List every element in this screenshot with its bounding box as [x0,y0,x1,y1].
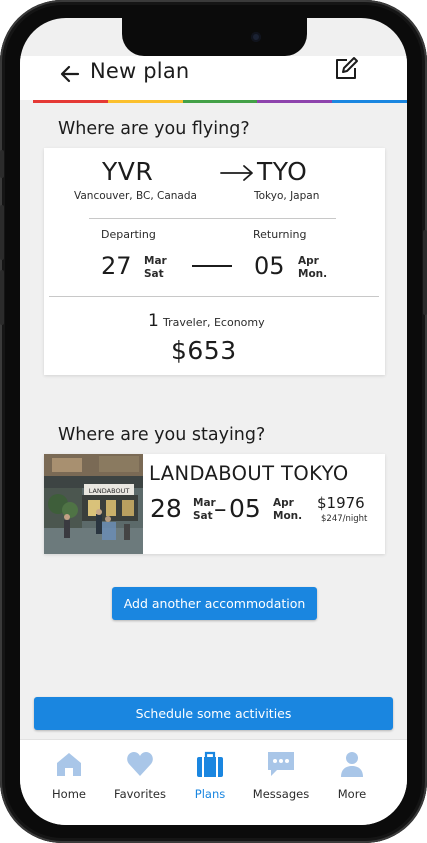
tab-plans-label: Plans [194,787,226,801]
check-out-month: Apr [273,497,294,509]
tab-plans[interactable]: Plans [175,740,245,810]
check-in-day: 28 [150,494,182,523]
bottom-tab-bar: Home Favorites Plans Messages More [20,739,407,825]
suitcase-icon [197,751,223,777]
tab-home[interactable]: Home [34,740,104,810]
check-out-weekday: Mon. [273,510,303,522]
rainbow-segment-purple [257,100,333,103]
departing-label: Departing [101,228,156,241]
date-range-dash [192,265,232,267]
tab-more-label: More [337,787,367,801]
returning-day: 05 [254,252,285,280]
phone-frame: New plan Where are you flying? YVR Vanco… [0,0,427,843]
flight-divider-bottom [49,296,379,297]
stay-per-night-price: $247/night [321,514,368,524]
departing-weekday: Sat [144,268,164,280]
edit-icon[interactable] [333,56,359,82]
add-accommodation-button[interactable]: Add another accommodation [112,587,317,620]
flight-section-title: Where are you flying? [58,119,250,139]
hotel-card[interactable]: LANDABOUT LANDABOUT TOKYO 28 Mar Sat – 0… [44,454,385,554]
check-in-weekday: Sat [193,510,213,522]
check-in-month-weekday: Mar Sat [193,497,216,523]
returning-month: Apr [298,255,319,267]
tab-messages-label: Messages [252,787,310,801]
check-out-day: 05 [229,494,261,523]
front-camera [251,32,261,42]
app-header: New plan [20,56,407,100]
flight-divider-top [89,218,336,219]
departing-month: Mar [144,255,167,267]
rainbow-divider [33,100,407,103]
tab-more[interactable]: More [317,740,387,810]
volume-down-button [0,270,4,325]
hotel-name: LANDABOUT TOKYO [149,462,349,485]
tab-messages[interactable]: Messages [246,740,316,810]
rainbow-segment-green [182,100,258,103]
returning-month-weekday: Apr Mon. [298,255,327,281]
tab-favorites-label: Favorites [114,787,166,801]
volume-up-button [0,205,4,260]
origin-city: Vancouver, BC, Canada [74,190,197,202]
hotel-photo: LANDABOUT [44,454,143,554]
destination-city: Tokyo, Japan [254,190,320,202]
home-icon [57,753,81,776]
camera-notch [122,18,307,56]
destination-code: TYO [257,157,308,186]
arrow-left-icon[interactable] [58,62,82,86]
departing-day: 27 [101,252,132,280]
mute-switch [0,150,4,178]
hotel-sign-text: LANDABOUT [89,487,130,495]
rainbow-segment-yellow [107,100,183,103]
screen: New plan Where are you flying? YVR Vanco… [20,18,407,825]
flight-card[interactable]: YVR Vancouver, BC, Canada TYO Tokyo, Jap… [44,148,385,375]
rainbow-segment-red [33,100,108,103]
tab-favorites[interactable]: Favorites [105,740,175,810]
arrow-right-icon [220,165,253,181]
returning-label: Returning [253,228,307,241]
check-out-month-weekday: Apr Mon. [273,497,302,523]
returning-weekday: Mon. [298,268,328,280]
rainbow-segment-blue [332,100,407,103]
flight-price: $653 [171,336,237,365]
stay-range-separator: – [214,494,227,523]
departing-month-weekday: Mar Sat [144,255,167,281]
traveler-count: 1 [148,311,159,331]
power-button [423,230,427,315]
tab-home-label: Home [52,787,86,801]
traveler-description: Traveler, Economy [163,316,265,329]
page-title: New plan [90,59,190,83]
heart-icon [127,752,153,776]
stay-total-price: $1976 [317,494,365,512]
stay-section-title: Where are you staying? [58,425,266,445]
schedule-activities-button[interactable]: Schedule some activities [34,697,393,730]
check-in-month: Mar [193,497,216,509]
chat-icon [268,752,294,776]
origin-code: YVR [102,157,154,186]
person-icon [341,752,363,777]
